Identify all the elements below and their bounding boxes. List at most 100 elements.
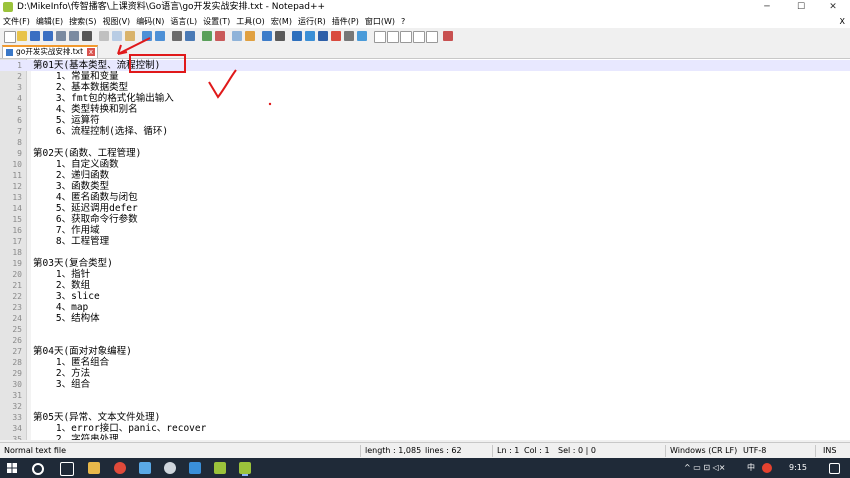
editor-line[interactable]: 19 第03天(复合类型) [0, 258, 850, 269]
clock[interactable]: 9:15 [789, 458, 807, 478]
editor-line[interactable]: 33 第05天(异常、文本文件处理) [0, 412, 850, 423]
paste-icon[interactable] [125, 31, 135, 41]
editor-line[interactable]: 32 [0, 401, 850, 412]
task-view-icon[interactable] [60, 462, 74, 476]
editor-line[interactable]: 7 6、流程控制(选择、循环) [0, 126, 850, 137]
zoom-out-icon[interactable] [215, 31, 225, 41]
file-explorer-icon[interactable] [88, 462, 100, 474]
editor-line[interactable]: 2 1、常量和变量 [0, 71, 850, 82]
cortana-icon[interactable] [32, 463, 44, 475]
editor-line[interactable]: 34 1、error接口、panic、recover [0, 423, 850, 434]
menu-edit[interactable]: 编辑(E) [33, 15, 66, 28]
settings-gear-icon[interactable] [164, 462, 176, 474]
find-icon[interactable] [172, 31, 182, 41]
ime-indicator[interactable]: 中 [747, 458, 755, 478]
lang-define-icon[interactable] [305, 31, 315, 41]
replace-icon[interactable] [185, 31, 195, 41]
sync-vertical-icon[interactable] [232, 31, 242, 41]
editor-line[interactable]: 14 5、延迟调用defer [0, 203, 850, 214]
play-macro-icon[interactable] [400, 31, 412, 43]
chrome-icon[interactable] [114, 462, 126, 474]
notepadpp-taskbar-icon[interactable] [239, 462, 251, 474]
editor-line[interactable]: 21 2、数组 [0, 280, 850, 291]
show-all-chars-icon[interactable] [275, 31, 285, 41]
editor-line[interactable]: 18 [0, 247, 850, 258]
editor-line[interactable]: 15 6、获取命令行参数 [0, 214, 850, 225]
editor-line[interactable]: 13 4、匿名函数与闭包 [0, 192, 850, 203]
editor-line[interactable]: 30 3、组合 [0, 379, 850, 390]
monitoring-icon[interactable] [357, 31, 367, 41]
app-icon-green[interactable] [214, 462, 226, 474]
notification-center-icon[interactable] [829, 463, 840, 474]
editor-line[interactable]: 23 4、map [0, 302, 850, 313]
editor-line[interactable]: 3 2、基本数据类型 [0, 82, 850, 93]
save-icon[interactable] [30, 31, 40, 41]
menu-tools[interactable]: 工具(O) [233, 15, 268, 28]
zoom-in-icon[interactable] [202, 31, 212, 41]
copy-icon[interactable] [112, 31, 122, 41]
editor-line[interactable]: 26 [0, 335, 850, 346]
record-macro-icon[interactable] [374, 31, 386, 43]
menu-run[interactable]: 运行(R) [295, 15, 329, 28]
editor-line[interactable]: 12 3、函数类型 [0, 181, 850, 192]
encoding[interactable]: UTF-8 [743, 443, 766, 459]
editor-line[interactable]: 10 1、自定义函数 [0, 159, 850, 170]
menu-settings[interactable]: 设置(T) [200, 15, 233, 28]
menu-help[interactable]: ? [398, 15, 408, 28]
doc-map-icon[interactable] [318, 31, 328, 41]
indent-guide-icon[interactable] [292, 31, 302, 41]
editor-line[interactable]: 11 2、递归函数 [0, 170, 850, 181]
undo-icon[interactable] [142, 31, 152, 41]
editor-line[interactable]: 20 1、指针 [0, 269, 850, 280]
tab-go-plan[interactable]: go开发实战安排.txt x [2, 45, 98, 58]
app-icon[interactable] [189, 462, 201, 474]
save-macro-icon[interactable] [426, 31, 438, 43]
function-list-icon[interactable] [331, 31, 341, 41]
editor-line[interactable]: 31 [0, 390, 850, 401]
photos-icon[interactable] [139, 462, 151, 474]
menu-search[interactable]: 搜索(S) [66, 15, 99, 28]
editor-line[interactable]: 25 [0, 324, 850, 335]
editor-line[interactable]: 35 2、字符串处理 [0, 434, 850, 440]
tab-close-icon[interactable]: x [87, 48, 95, 56]
menu-plugins[interactable]: 插件(P) [329, 15, 362, 28]
close-button[interactable]: ✕ [816, 0, 850, 15]
new-file-icon[interactable] [4, 31, 16, 43]
editor-line[interactable]: 24 5、结构体 [0, 313, 850, 324]
system-tray-icons[interactable]: ^ ▭ ⊡ ◁× [684, 458, 725, 478]
editor-line[interactable]: 27 第04天(面对对象编程) [0, 346, 850, 357]
open-file-icon[interactable] [17, 31, 27, 41]
editor-line[interactable]: 17 8、工程管理 [0, 236, 850, 247]
windows-start-icon[interactable] [7, 463, 17, 473]
folder-workspace-icon[interactable] [344, 31, 354, 41]
print-icon[interactable] [82, 31, 92, 41]
close-document-button[interactable]: X [840, 15, 845, 28]
menu-view[interactable]: 视图(V) [99, 15, 133, 28]
tray-app-icon[interactable] [762, 463, 772, 473]
editor-line[interactable]: 6 5、运算符 [0, 115, 850, 126]
eol-format[interactable]: Windows (CR LF) [670, 443, 737, 459]
spell-check-icon[interactable] [443, 31, 453, 41]
menu-language[interactable]: 语言(L) [167, 15, 200, 28]
editor-line[interactable]: 5 4、类型转换和别名 [0, 104, 850, 115]
editor-line[interactable]: 16 7、作用域 [0, 225, 850, 236]
editor-line[interactable]: 29 2、方法 [0, 368, 850, 379]
menu-macro[interactable]: 宏(M) [268, 15, 295, 28]
cut-icon[interactable] [99, 31, 109, 41]
menu-window[interactable]: 窗口(W) [362, 15, 398, 28]
editor-line[interactable]: 28 1、匿名组合 [0, 357, 850, 368]
menu-file[interactable]: 文件(F) [0, 15, 33, 28]
maximize-button[interactable]: ☐ [784, 0, 818, 15]
close-icon[interactable] [56, 31, 66, 41]
editor[interactable]: 1 第01天(基本类型、流程控制) 2 1、常量和变量 3 2、基本数据类型 4 3、f… [0, 59, 850, 440]
close-all-icon[interactable] [69, 31, 79, 41]
sync-horizontal-icon[interactable] [245, 31, 255, 41]
editor-line[interactable]: 4 3、fmt包的格式化输出输入 [0, 93, 850, 104]
editor-line[interactable]: 22 3、slice [0, 291, 850, 302]
insert-mode[interactable]: INS [823, 443, 836, 459]
stop-macro-icon[interactable] [387, 31, 399, 43]
editor-line[interactable]: 1 第01天(基本类型、流程控制) [0, 60, 850, 71]
save-all-icon[interactable] [43, 31, 53, 41]
editor-line[interactable]: 8 [0, 137, 850, 148]
word-wrap-icon[interactable] [262, 31, 272, 41]
